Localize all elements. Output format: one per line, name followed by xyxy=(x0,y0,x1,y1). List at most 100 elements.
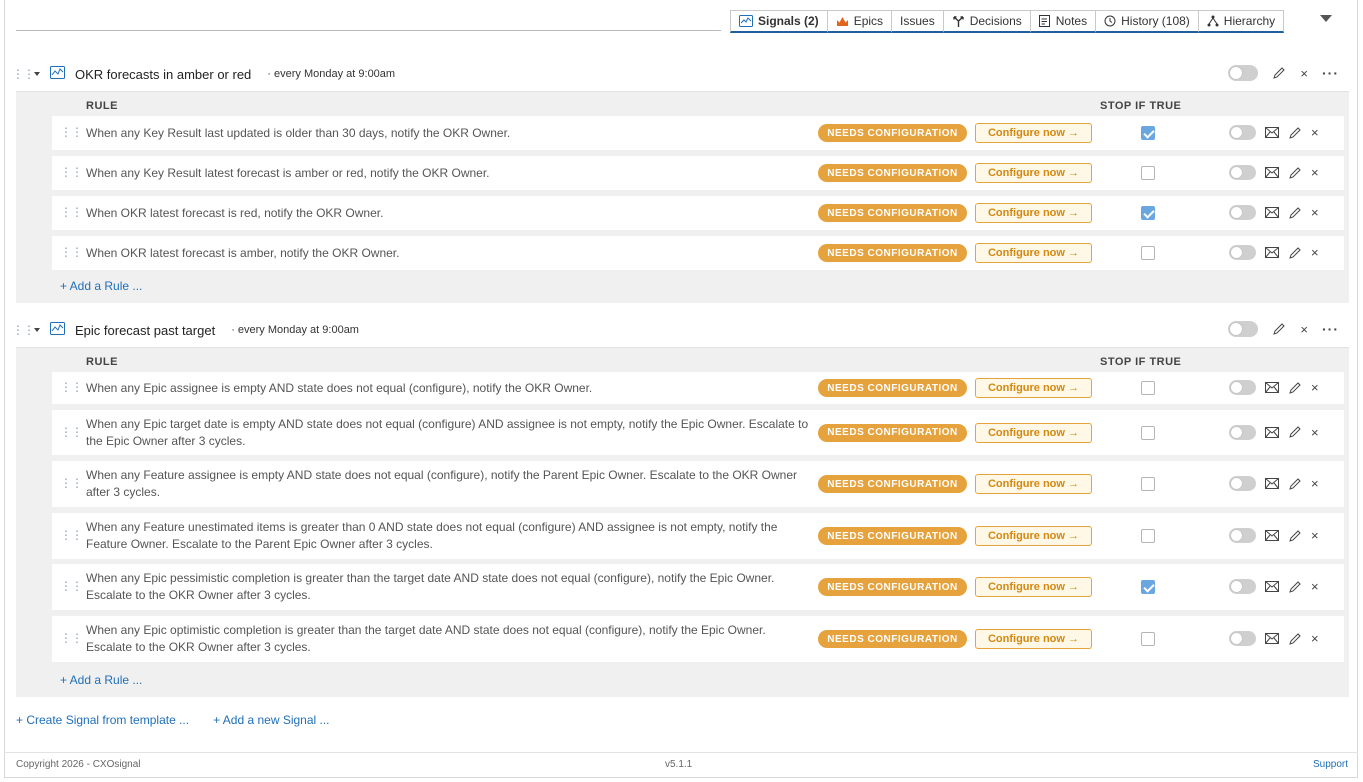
edit-icon[interactable] xyxy=(1288,206,1302,220)
rule-text[interactable]: When any Epic target date is empty AND s… xyxy=(86,416,811,450)
configure-now-button[interactable]: Configure now → xyxy=(975,474,1092,494)
rule-toggle[interactable] xyxy=(1229,528,1256,543)
signal-title[interactable]: OKR forecasts in amber or red xyxy=(75,67,251,82)
drag-handle-icon[interactable]: ⋮⋮ xyxy=(12,67,35,81)
rule-text[interactable]: When OKR latest forecast is red, notify … xyxy=(86,205,811,222)
stop-if-true-checkbox[interactable] xyxy=(1141,580,1155,594)
rule-text[interactable]: When any Feature assignee is empty AND s… xyxy=(86,467,811,501)
stop-if-true-checkbox[interactable] xyxy=(1141,246,1155,260)
stop-if-true-checkbox[interactable] xyxy=(1141,529,1155,543)
edit-icon[interactable] xyxy=(1272,322,1286,336)
close-icon[interactable]: × xyxy=(1311,529,1319,542)
close-icon[interactable]: × xyxy=(1311,246,1319,259)
edit-icon[interactable] xyxy=(1288,477,1302,491)
configure-now-button[interactable]: Configure now → xyxy=(975,526,1092,546)
drag-handle-icon[interactable]: ⋮⋮ xyxy=(60,125,83,139)
stop-if-true-checkbox[interactable] xyxy=(1141,126,1155,140)
tabs-dropdown-icon[interactable] xyxy=(1320,15,1332,22)
rule-toggle[interactable] xyxy=(1229,165,1256,180)
signal-title[interactable]: Epic forecast past target xyxy=(75,323,215,338)
close-icon[interactable]: × xyxy=(1300,67,1308,80)
email-icon[interactable] xyxy=(1265,633,1279,644)
configure-now-button[interactable]: Configure now → xyxy=(975,422,1092,443)
edit-icon[interactable] xyxy=(1288,381,1302,395)
tab-decisions[interactable]: Decisions xyxy=(942,10,1031,33)
stop-if-true-checkbox[interactable] xyxy=(1141,206,1155,220)
rule-toggle[interactable] xyxy=(1229,380,1256,395)
edit-icon[interactable] xyxy=(1288,580,1302,594)
email-icon[interactable] xyxy=(1265,426,1279,438)
drag-handle-icon[interactable]: ⋮⋮ xyxy=(60,528,83,542)
close-icon[interactable]: × xyxy=(1311,126,1319,139)
rule-text[interactable]: When any Feature unestimated items is gr… xyxy=(86,519,811,553)
close-icon[interactable]: × xyxy=(1311,632,1319,645)
close-icon[interactable]: × xyxy=(1300,323,1308,336)
rule-toggle[interactable] xyxy=(1229,476,1256,491)
configure-now-button[interactable]: Configure now → xyxy=(975,163,1092,183)
rule-text[interactable]: When any Key Result last updated is olde… xyxy=(86,125,811,142)
rule-toggle[interactable] xyxy=(1229,125,1256,140)
add-rule-link[interactable]: + Add a Rule ... xyxy=(60,673,142,687)
signal-toggle[interactable] xyxy=(1228,65,1259,81)
rule-text[interactable]: When any Epic optimistic completion is g… xyxy=(86,622,811,656)
email-icon[interactable] xyxy=(1265,581,1279,592)
collapse-caret-icon[interactable] xyxy=(34,328,40,332)
drag-handle-icon[interactable]: ⋮⋮ xyxy=(12,323,35,337)
drag-handle-icon[interactable]: ⋮⋮ xyxy=(60,245,83,259)
configure-now-button[interactable]: Configure now → xyxy=(975,123,1092,143)
edit-icon[interactable] xyxy=(1288,126,1302,140)
stop-if-true-checkbox[interactable] xyxy=(1141,166,1155,180)
tab-signals[interactable]: Signals (2) xyxy=(730,10,828,33)
edit-icon[interactable] xyxy=(1288,166,1302,180)
email-icon[interactable] xyxy=(1265,167,1279,178)
tab-epics[interactable]: Epics xyxy=(826,10,893,33)
email-icon[interactable] xyxy=(1265,207,1279,218)
configure-now-button[interactable]: Configure now → xyxy=(975,203,1092,223)
rule-text[interactable]: When any Epic assignee is empty AND stat… xyxy=(86,380,811,397)
signal-toggle[interactable] xyxy=(1228,321,1259,337)
close-icon[interactable]: × xyxy=(1311,206,1319,219)
tab-notes[interactable]: Notes xyxy=(1029,10,1097,33)
configure-now-button[interactable]: Configure now → xyxy=(975,243,1092,263)
tab-history[interactable]: History (108) xyxy=(1095,10,1199,33)
email-icon[interactable] xyxy=(1265,127,1279,138)
tab-hierarchy[interactable]: Hierarchy xyxy=(1197,10,1285,33)
rule-toggle[interactable] xyxy=(1229,424,1256,440)
edit-icon[interactable] xyxy=(1288,246,1302,260)
email-icon[interactable] xyxy=(1265,478,1279,489)
add-signal-link[interactable]: + Add a new Signal ... xyxy=(213,713,329,727)
stop-if-true-checkbox[interactable] xyxy=(1141,477,1155,491)
close-icon[interactable]: × xyxy=(1311,580,1319,593)
close-icon[interactable]: × xyxy=(1311,166,1319,179)
close-icon[interactable]: × xyxy=(1311,477,1319,490)
drag-handle-icon[interactable]: ⋮⋮ xyxy=(60,205,83,219)
stop-if-true-checkbox[interactable] xyxy=(1141,632,1155,646)
drag-handle-icon[interactable]: ⋮⋮ xyxy=(60,579,83,593)
support-link[interactable]: Support xyxy=(1313,759,1348,770)
drag-handle-icon[interactable]: ⋮⋮ xyxy=(60,380,83,394)
close-icon[interactable]: × xyxy=(1311,426,1319,439)
configure-now-button[interactable]: Configure now → xyxy=(975,378,1092,398)
collapse-caret-icon[interactable] xyxy=(34,72,40,76)
drag-handle-icon[interactable]: ⋮⋮ xyxy=(60,425,83,439)
create-from-template-link[interactable]: + Create Signal from template ... xyxy=(16,713,189,727)
rule-toggle[interactable] xyxy=(1229,579,1256,594)
rule-text[interactable]: When any Epic pessimistic completion is … xyxy=(86,570,811,604)
configure-now-button[interactable]: Configure now → xyxy=(975,629,1092,649)
drag-handle-icon[interactable]: ⋮⋮ xyxy=(60,165,83,179)
rule-toggle[interactable] xyxy=(1229,205,1256,220)
email-icon[interactable] xyxy=(1265,247,1279,258)
more-icon[interactable]: ··· xyxy=(1322,65,1339,81)
configure-now-button[interactable]: Configure now → xyxy=(975,577,1092,597)
stop-if-true-checkbox[interactable] xyxy=(1141,381,1155,395)
rule-text[interactable]: When any Key Result latest forecast is a… xyxy=(86,165,811,182)
rule-toggle[interactable] xyxy=(1229,245,1256,260)
tab-issues[interactable]: Issues xyxy=(891,10,944,33)
drag-handle-icon[interactable]: ⋮⋮ xyxy=(60,476,83,490)
drag-handle-icon[interactable]: ⋮⋮ xyxy=(60,631,83,645)
close-icon[interactable]: × xyxy=(1311,381,1319,394)
edit-icon[interactable] xyxy=(1288,529,1302,543)
add-rule-link[interactable]: + Add a Rule ... xyxy=(60,279,142,293)
edit-icon[interactable] xyxy=(1288,425,1302,439)
more-icon[interactable]: ··· xyxy=(1322,321,1339,337)
